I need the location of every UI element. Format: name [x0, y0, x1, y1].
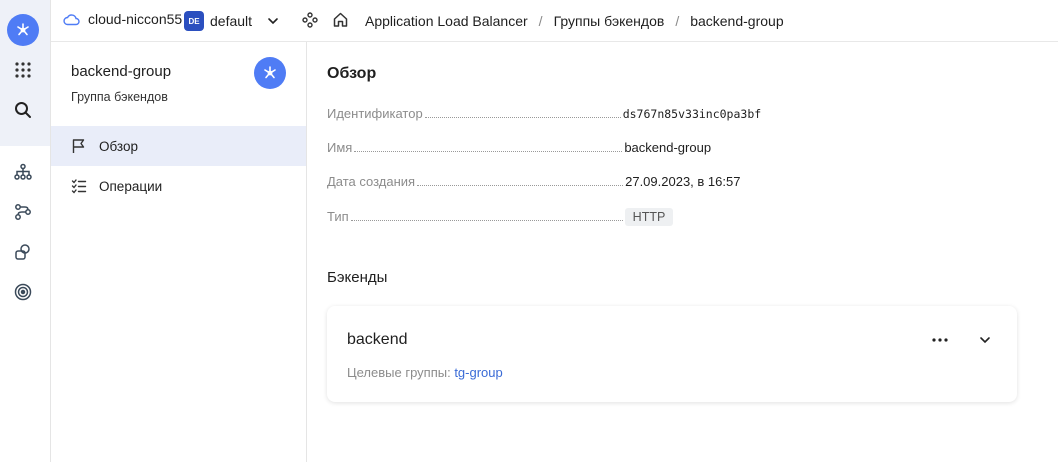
target-icon[interactable] — [7, 276, 39, 308]
breadcrumb-backend-groups[interactable]: Группы бэкендов — [554, 13, 665, 29]
header-icons — [302, 11, 349, 28]
target-group-link[interactable]: tg-group — [454, 365, 502, 380]
alb-logo-icon[interactable] — [7, 14, 39, 46]
backends-section-title: Бэкенды — [327, 269, 388, 286]
type-badge: HTTP — [624, 208, 674, 226]
folder-name: default — [210, 13, 253, 29]
resource-title: backend-group — [71, 63, 172, 80]
breadcrumb-separator: / — [675, 13, 680, 29]
prop-type: Тип HTTP — [327, 208, 777, 228]
backend-target-groups: Целевые группы: tg-group — [347, 365, 503, 380]
alb-service-icon — [254, 57, 286, 89]
prop-leader — [350, 211, 623, 221]
hierarchy-icon[interactable] — [7, 156, 39, 188]
prop-value: 27.09.2023, в 16:57 — [625, 174, 741, 189]
resource-sidebar: backend-group Группа бэкендов Обзор Опер… — [51, 42, 307, 462]
chevron-down-icon — [980, 337, 990, 344]
target-groups-label: Целевые группы: — [347, 365, 451, 380]
prop-label: Идентификатор — [327, 106, 423, 121]
more-actions-button[interactable] — [929, 330, 951, 350]
prop-label: Дата создания — [327, 174, 416, 189]
sidebar-item-label: Операции — [99, 178, 163, 194]
backend-name: backend — [347, 331, 408, 348]
expand-button[interactable] — [975, 330, 995, 350]
folder-badge: DE — [184, 11, 204, 31]
sidebar-item-operations[interactable]: Операции — [51, 166, 306, 206]
left-rail — [0, 0, 51, 462]
prop-leader — [354, 142, 623, 152]
sidebar-item-overview[interactable]: Обзор — [51, 126, 306, 166]
app-root: cloud-niccon55 DE default Application Lo… — [0, 0, 1058, 462]
checklist-icon — [71, 179, 87, 194]
prop-label: Имя — [327, 140, 353, 155]
ellipsis-icon — [932, 338, 948, 342]
shapes-icon[interactable] — [7, 236, 39, 268]
breadcrumb-separator: / — [538, 13, 543, 29]
backend-card: backend Целевые группы: tg-group — [327, 306, 1017, 402]
top-header: cloud-niccon55 DE default Application Lo… — [51, 0, 1058, 42]
prop-value[interactable]: ds767n85v33inc0pa3bf — [623, 107, 761, 121]
search-icon[interactable] — [7, 94, 39, 126]
resource-subtitle: Группа бэкендов — [71, 90, 168, 104]
services-icon[interactable] — [302, 11, 318, 28]
cloud-selector[interactable]: cloud-niccon55 — [63, 11, 182, 27]
cloud-name: cloud-niccon55 — [88, 11, 183, 27]
routes-icon[interactable] — [7, 196, 39, 228]
breadcrumb-current: backend-group — [690, 13, 784, 29]
prop-leader — [424, 108, 621, 118]
sidebar-item-label: Обзор — [99, 138, 138, 154]
prop-leader — [417, 176, 624, 186]
breadcrumb: Application Load Balancer / Группы бэкен… — [365, 13, 784, 29]
chevron-down-icon[interactable] — [266, 14, 280, 28]
page-title: Обзор — [327, 65, 377, 82]
cloud-icon — [63, 13, 80, 25]
apps-grid-icon[interactable] — [7, 54, 39, 86]
prop-value: backend-group — [624, 140, 712, 155]
home-icon[interactable] — [332, 11, 349, 28]
flag-icon — [72, 139, 85, 153]
prop-id: Идентификатор ds767n85v33inc0pa3bf — [327, 106, 777, 126]
prop-created: Дата создания 27.09.2023, в 16:57 — [327, 174, 777, 194]
breadcrumb-alb[interactable]: Application Load Balancer — [365, 13, 528, 29]
prop-name: Имя backend-group — [327, 140, 777, 160]
folder-selector[interactable]: DE default — [184, 11, 280, 31]
prop-label: Тип — [327, 209, 349, 224]
